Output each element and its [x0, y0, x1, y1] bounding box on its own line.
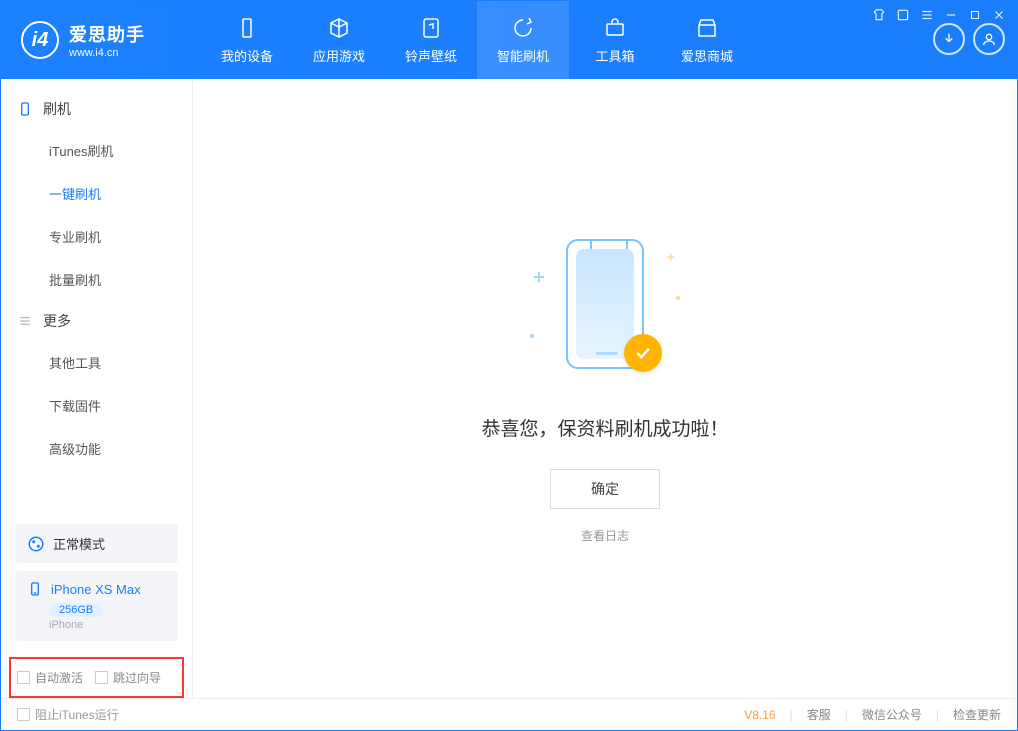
header-right: [933, 23, 1005, 55]
sidebar-item[interactable]: 下载固件: [1, 384, 192, 427]
toolbox-icon: [603, 16, 627, 40]
body: 刷机 iTunes刷机一键刷机专业刷机批量刷机 更多 其他工具下载固件高级功能 …: [1, 79, 1017, 698]
skip-guide-checkbox[interactable]: 跳过向导: [95, 669, 161, 686]
refresh-icon: [511, 16, 535, 40]
support-link[interactable]: 客服: [807, 706, 831, 723]
title-bar-buttons: [871, 7, 1007, 23]
minimize-button[interactable]: [943, 7, 959, 23]
sidebar-item[interactable]: 其他工具: [1, 341, 192, 384]
success-illustration: [530, 234, 680, 384]
version-label: V8.16: [744, 708, 775, 722]
logo-title: 爱思助手: [69, 21, 145, 47]
nav-toolbox[interactable]: 工具箱: [569, 1, 661, 79]
section-more: 更多: [1, 301, 192, 341]
auto-activate-checkbox[interactable]: 自动激活: [17, 669, 83, 686]
ok-button[interactable]: 确定: [550, 469, 660, 509]
device-icon: [235, 16, 259, 40]
nav-refresh[interactable]: 智能刷机: [477, 1, 569, 79]
nav-music[interactable]: 铃声壁纸: [385, 1, 477, 79]
nav-device[interactable]: 我的设备: [201, 1, 293, 79]
options-highlight: 自动激活 跳过向导: [9, 657, 184, 698]
list-icon: [17, 313, 33, 329]
success-message: 恭喜您，保资料刷机成功啦！: [481, 414, 728, 441]
dot-icon: [676, 296, 680, 300]
menu-icon[interactable]: [919, 7, 935, 23]
app-window: i4 爱思助手 www.i4.cn 我的设备应用游戏铃声壁纸智能刷机工具箱爱思商…: [0, 0, 1018, 731]
spark-icon: [534, 272, 544, 282]
sidebar-item[interactable]: 批量刷机: [1, 258, 192, 301]
phone-icon: [17, 101, 33, 117]
device-card[interactable]: iPhone XS Max 256GB iPhone: [15, 571, 178, 641]
footer: 阻止iTunes运行 V8.16 | 客服 | 微信公众号 | 检查更新: [1, 698, 1017, 730]
cube-icon: [327, 16, 351, 40]
device-icon: [27, 581, 43, 597]
sidebar-item[interactable]: 一键刷机: [1, 172, 192, 215]
sidebar-item[interactable]: iTunes刷机: [1, 129, 192, 172]
main-content: 恭喜您，保资料刷机成功啦！ 确定 查看日志: [193, 79, 1017, 698]
device-type: iPhone: [49, 619, 166, 631]
wechat-link[interactable]: 微信公众号: [862, 706, 922, 723]
check-update-link[interactable]: 检查更新: [953, 706, 1001, 723]
nav-store[interactable]: 爱思商城: [661, 1, 753, 79]
nav: 我的设备应用游戏铃声壁纸智能刷机工具箱爱思商城: [201, 1, 753, 79]
mode-icon: [27, 535, 45, 553]
store-icon: [695, 16, 719, 40]
download-button[interactable]: [933, 23, 965, 55]
header: i4 爱思助手 www.i4.cn 我的设备应用游戏铃声壁纸智能刷机工具箱爱思商…: [1, 1, 1017, 79]
music-icon: [419, 16, 443, 40]
device-mode[interactable]: 正常模式: [15, 524, 178, 563]
device-name: iPhone XS Max: [51, 582, 141, 597]
nav-cube[interactable]: 应用游戏: [293, 1, 385, 79]
close-button[interactable]: [991, 7, 1007, 23]
feedback-icon[interactable]: [895, 7, 911, 23]
spark-icon: [668, 253, 675, 260]
device-storage: 256GB: [49, 603, 103, 617]
maximize-button[interactable]: [967, 7, 983, 23]
check-badge-icon: [624, 334, 662, 372]
user-button[interactable]: [973, 23, 1005, 55]
view-log-link[interactable]: 查看日志: [581, 527, 629, 544]
logo-icon: i4: [21, 21, 59, 59]
shirt-icon[interactable]: [871, 7, 887, 23]
logo: i4 爱思助手 www.i4.cn: [1, 21, 201, 59]
logo-url: www.i4.cn: [69, 47, 145, 59]
sidebar-item[interactable]: 专业刷机: [1, 215, 192, 258]
block-itunes-checkbox[interactable]: 阻止iTunes运行: [17, 706, 119, 723]
section-flash: 刷机: [1, 89, 192, 129]
sidebar-item[interactable]: 高级功能: [1, 427, 192, 470]
dot-icon: [530, 334, 534, 338]
sidebar: 刷机 iTunes刷机一键刷机专业刷机批量刷机 更多 其他工具下载固件高级功能 …: [1, 79, 193, 698]
